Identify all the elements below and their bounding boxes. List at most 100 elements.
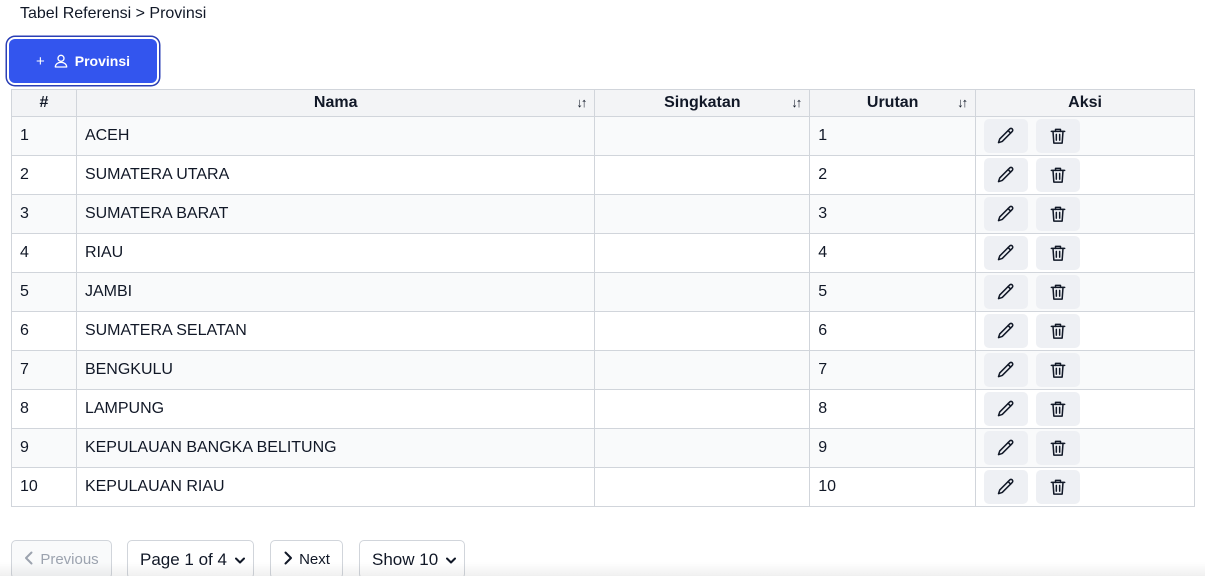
trash-icon	[1048, 282, 1068, 302]
cell-urutan: 5	[809, 272, 977, 312]
edit-button[interactable]	[984, 392, 1029, 426]
pencil-icon	[996, 477, 1016, 497]
pencil-icon	[996, 243, 1016, 263]
row-actions	[976, 314, 1194, 348]
cell-urutan: 10	[809, 467, 977, 507]
edit-button[interactable]	[984, 314, 1029, 348]
chevron-down-icon	[446, 553, 456, 567]
header-num: #	[11, 89, 77, 117]
table-row: 9 KEPULAUAN BANGKA BELITUNG 9	[11, 428, 1195, 468]
cell-singkatan	[594, 350, 811, 390]
cell-singkatan	[594, 467, 811, 507]
sort-icon[interactable]: ↓↑	[576, 95, 587, 110]
chevron-left-icon	[24, 551, 34, 569]
table-row: 8 LAMPUNG 8	[11, 389, 1195, 429]
cell-urutan: 8	[809, 389, 977, 429]
header-nama[interactable]: Nama ↓↑	[75, 89, 596, 117]
cell-nama: SUMATERA UTARA	[75, 155, 596, 195]
row-actions	[976, 470, 1194, 504]
cell-aksi	[975, 233, 1195, 273]
page-size-select[interactable]: Show 10	[359, 540, 465, 576]
delete-button[interactable]	[1036, 119, 1081, 153]
pencil-icon	[996, 399, 1016, 419]
page-select[interactable]: Page 1 of 4	[127, 540, 254, 576]
row-actions	[976, 431, 1194, 465]
cell-aksi	[975, 350, 1195, 390]
header-singkatan[interactable]: Singkatan ↓↑	[594, 89, 811, 117]
cell-urutan: 6	[809, 311, 977, 351]
cell-singkatan	[594, 272, 811, 312]
row-actions	[976, 197, 1194, 231]
cell-singkatan	[594, 428, 811, 468]
trash-icon	[1048, 321, 1068, 341]
cell-nama: JAMBI	[75, 272, 596, 312]
sort-icon[interactable]: ↓↑	[791, 95, 802, 110]
cell-singkatan	[594, 311, 811, 351]
cell-nama: SUMATERA SELATAN	[75, 311, 596, 351]
edit-button[interactable]	[984, 353, 1029, 387]
table-row: 4 RIAU 4	[11, 233, 1195, 273]
next-button[interactable]: Next	[270, 540, 343, 576]
cell-num: 7	[11, 350, 77, 390]
chevron-down-icon	[235, 553, 245, 567]
trash-icon	[1048, 165, 1068, 185]
cell-singkatan	[594, 389, 811, 429]
cell-num: 4	[11, 233, 77, 273]
add-provinsi-button[interactable]: + Provinsi	[9, 39, 157, 83]
edit-button[interactable]	[984, 275, 1029, 309]
delete-button[interactable]	[1036, 431, 1081, 465]
delete-button[interactable]	[1036, 158, 1081, 192]
edit-button[interactable]	[984, 158, 1029, 192]
row-actions	[976, 392, 1194, 426]
delete-button[interactable]	[1036, 275, 1081, 309]
header-urutan-label: Urutan	[866, 94, 919, 111]
cell-urutan: 3	[809, 194, 977, 234]
edit-button[interactable]	[984, 197, 1029, 231]
edit-button[interactable]	[984, 431, 1029, 465]
cell-num: 3	[11, 194, 77, 234]
table-row: 7 BENGKULU 7	[11, 350, 1195, 390]
table-row: 10 KEPULAUAN RIAU 10	[11, 467, 1195, 507]
cell-singkatan	[594, 194, 811, 234]
trash-icon	[1048, 360, 1068, 380]
cell-urutan: 7	[809, 350, 977, 390]
delete-button[interactable]	[1036, 197, 1081, 231]
pencil-icon	[996, 321, 1016, 341]
next-label: Next	[299, 551, 330, 568]
cell-urutan: 2	[809, 155, 977, 195]
cell-nama: KEPULAUAN RIAU	[75, 467, 596, 507]
cell-aksi	[975, 116, 1195, 156]
cell-urutan: 1	[809, 116, 977, 156]
table-row: 5 JAMBI 5	[11, 272, 1195, 312]
cell-num: 6	[11, 311, 77, 351]
cell-singkatan	[594, 116, 811, 156]
cell-aksi	[975, 194, 1195, 234]
table-row: 3 SUMATERA BARAT 3	[11, 194, 1195, 234]
table-row: 6 SUMATERA SELATAN 6	[11, 311, 1195, 351]
previous-button[interactable]: Previous	[11, 540, 112, 576]
edit-button[interactable]	[984, 470, 1029, 504]
cell-nama: ACEH	[75, 116, 596, 156]
cell-aksi	[975, 428, 1195, 468]
chevron-right-icon	[283, 551, 293, 569]
delete-button[interactable]	[1036, 314, 1081, 348]
page-select-value: Page 1 of 4	[140, 549, 227, 569]
row-actions	[976, 158, 1194, 192]
sort-icon[interactable]: ↓↑	[957, 95, 968, 110]
delete-button[interactable]	[1036, 353, 1081, 387]
pencil-icon	[996, 204, 1016, 224]
previous-label: Previous	[40, 551, 99, 568]
delete-button[interactable]	[1036, 236, 1081, 270]
delete-button[interactable]	[1036, 470, 1081, 504]
pencil-icon	[996, 360, 1016, 380]
delete-button[interactable]	[1036, 392, 1081, 426]
trash-icon	[1048, 438, 1068, 458]
cell-num: 10	[11, 467, 77, 507]
table-header-row: # Nama ↓↑ Singkatan ↓↑ Urutan ↓↑ Aksi	[11, 89, 1195, 117]
edit-button[interactable]	[984, 236, 1029, 270]
table-row: 1 ACEH 1	[11, 116, 1195, 156]
cell-nama: LAMPUNG	[75, 389, 596, 429]
cell-num: 1	[11, 116, 77, 156]
header-urutan[interactable]: Urutan ↓↑	[809, 89, 977, 117]
edit-button[interactable]	[984, 119, 1029, 153]
